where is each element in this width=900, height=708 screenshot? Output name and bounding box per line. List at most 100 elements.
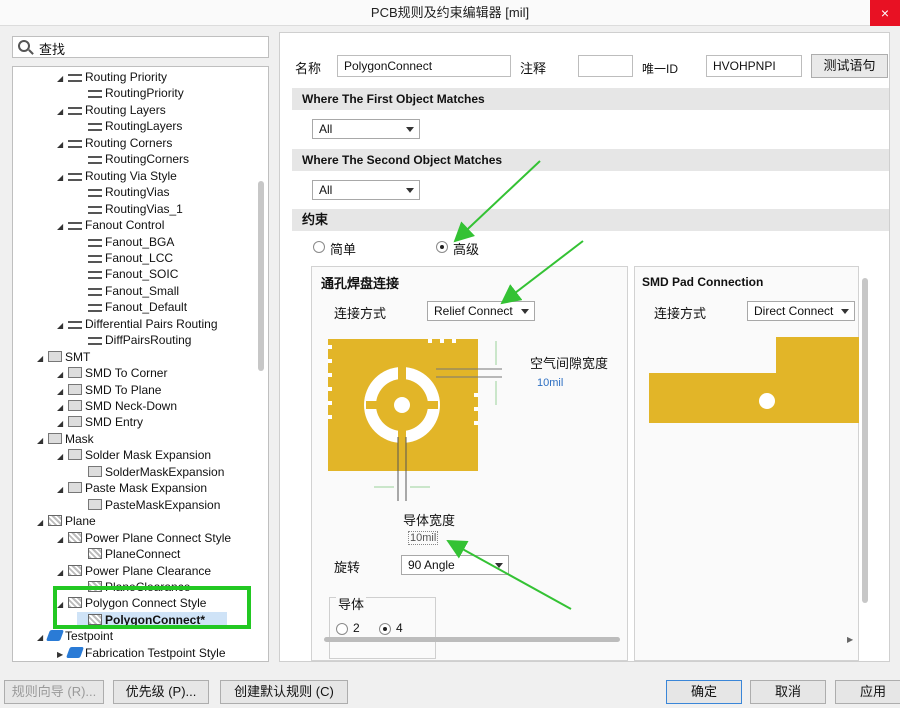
tree-item[interactable]: ◢ SMT <box>37 349 90 365</box>
tree-scrollbar[interactable] <box>256 73 266 657</box>
tree-item-label: RoutingVias <box>105 185 170 200</box>
tree-item[interactable]: ◢ Power Plane Connect Style <box>57 530 231 546</box>
tree-item[interactable]: ◢ Testpoint <box>37 628 113 644</box>
tree-item-label: PlaneConnect <box>105 547 181 562</box>
collapse-arrow-icon[interactable]: ◢ <box>57 565 65 581</box>
tree-item[interactable]: ◢ SMD Neck-Down <box>57 398 177 414</box>
tree-item[interactable]: ◢ Mask <box>37 431 94 447</box>
tree-item-label: Power Plane Clearance <box>85 563 212 578</box>
tree-item[interactable]: ◢ Paste Mask Expansion <box>57 480 207 496</box>
smt-rule-icon <box>68 416 82 428</box>
rule-tree[interactable]: ◢ Routing Priority RoutingPriority ◢ Routing… <box>12 66 269 662</box>
collapse-arrow-icon[interactable]: ◢ <box>57 71 65 87</box>
collapse-arrow-icon[interactable]: ◢ <box>37 351 45 367</box>
tree-item-label: SMT <box>65 349 91 364</box>
tree-item[interactable]: RoutingPriority <box>77 85 184 101</box>
apply-button[interactable]: 应用 <box>835 680 900 704</box>
route-rule-icon <box>88 90 102 99</box>
collapse-arrow-icon[interactable]: ◢ <box>57 449 65 465</box>
tree-item[interactable]: ◢ Routing Layers <box>57 102 166 118</box>
tree-item[interactable]: ◢ Routing Via Style <box>57 168 177 184</box>
create-default-rules-button[interactable]: 创建默认规则 (C) <box>220 680 348 704</box>
tree-item[interactable]: SolderMaskExpansion <box>77 464 224 480</box>
window-title: PCB规则及约束编辑器 [mil] <box>370 5 530 20</box>
tree-item[interactable]: ◢ Differential Pairs Routing <box>57 316 218 332</box>
tree-item[interactable]: RoutingLayers <box>77 118 182 134</box>
collapse-arrow-icon[interactable]: ◢ <box>57 482 65 498</box>
sq-rule-icon <box>88 548 102 560</box>
highlight-box <box>53 586 251 629</box>
tree-scroll-thumb[interactable] <box>258 181 264 371</box>
box-rule-icon <box>88 465 102 477</box>
tree-item[interactable]: ◢ SMD To Corner <box>57 365 167 381</box>
rule-editor-panel: 名称 PolygonConnect 注释 唯一ID HVOHPNPI 测试语句 … <box>279 32 890 662</box>
collapse-arrow-icon[interactable]: ◢ <box>37 515 45 531</box>
tree-item[interactable]: ◢ Solder Mask Expansion <box>57 447 211 463</box>
tree-item[interactable]: PasteMaskExpansion <box>77 497 220 513</box>
route-rule-icon <box>88 254 102 263</box>
tp-rule-icon <box>45 630 65 642</box>
rule-wizard-button[interactable]: 规则向导 (R)... <box>4 680 104 704</box>
smt-rule-icon <box>68 367 82 379</box>
box-rule-icon <box>68 482 82 494</box>
tree-item-label: Fanout Control <box>85 218 165 233</box>
tree-item[interactable]: ◢ Routing Priority <box>57 69 167 85</box>
tree-item-label: Routing Corners <box>85 135 173 150</box>
tree-item-label: Fanout_Small <box>105 283 180 298</box>
tree-item[interactable]: Fanout_Default <box>77 299 187 315</box>
tree-item-label: SMD Neck-Down <box>85 399 178 413</box>
tree-item[interactable]: Fanout_BGA <box>77 234 174 250</box>
route-rule-icon <box>88 205 102 214</box>
sq-rule-icon <box>48 515 62 527</box>
tree-item-label: Fanout_LCC <box>105 250 174 265</box>
tree-item[interactable]: PlaneConnect <box>77 546 180 562</box>
collapse-arrow-icon[interactable]: ◢ <box>57 137 65 153</box>
tree-item[interactable]: DiffPairsRouting <box>77 332 191 348</box>
route-rule-icon <box>88 238 102 247</box>
ok-button[interactable]: 确定 <box>666 680 742 704</box>
collapse-arrow-icon[interactable]: ◢ <box>57 219 65 235</box>
tree-item-label: RoutingLayers <box>105 119 183 134</box>
tree-item-label: Routing Layers <box>85 102 166 117</box>
search-input[interactable]: 查找 <box>12 36 269 58</box>
collapse-arrow-icon[interactable]: ◢ <box>57 318 65 334</box>
tree-item-label: Power Plane Connect Style <box>85 530 232 545</box>
search-label: 查找 <box>39 42 66 57</box>
close-button[interactable]: × <box>870 0 900 26</box>
tree-item[interactable]: ◢ SMD To Plane <box>57 382 161 398</box>
tree-item[interactable]: ◢ Plane <box>37 513 96 529</box>
route-rule-icon <box>88 287 102 296</box>
box-rule-icon <box>48 432 62 444</box>
box-rule-icon <box>68 449 82 461</box>
collapse-arrow-icon[interactable]: ◢ <box>57 104 65 120</box>
tree-item-label: SolderMaskExpansion <box>105 464 225 479</box>
tree-item-label: Plane <box>65 514 96 529</box>
collapse-arrow-icon[interactable]: ◢ <box>57 170 65 186</box>
cancel-button[interactable]: 取消 <box>750 680 826 704</box>
tree-item[interactable]: ◢ Power Plane Clearance <box>57 563 211 579</box>
tree-item-label: SMD To Plane <box>85 382 162 397</box>
tree-item[interactable]: Fanout_Small <box>77 283 179 299</box>
tree-item[interactable]: RoutingVias <box>77 184 170 200</box>
route-rule-icon <box>68 74 82 82</box>
tree-item[interactable]: RoutingCorners <box>77 151 189 167</box>
route-rule-icon <box>68 222 82 231</box>
collapse-arrow-icon[interactable]: ◢ <box>57 532 65 548</box>
collapse-arrow-icon[interactable]: ◢ <box>37 433 45 449</box>
tree-item[interactable]: RoutingVias_1 <box>77 201 183 217</box>
tree-item-label: PasteMaskExpansion <box>105 497 221 512</box>
tree-item[interactable]: ◢ Routing Corners <box>57 135 172 151</box>
route-rule-icon <box>68 320 82 329</box>
tree-item[interactable]: ◢ SMD Entry <box>57 414 143 430</box>
close-icon[interactable]: × <box>870 0 900 26</box>
tree-item[interactable]: ▶ Fabrication Testpoint Style <box>57 645 226 661</box>
tree-item[interactable]: ◢ Fanout Control <box>57 217 164 233</box>
expand-arrow-icon[interactable]: ▶ <box>57 647 65 661</box>
box-rule-icon <box>88 498 102 510</box>
smt-rule-icon <box>68 383 82 395</box>
collapse-arrow-icon[interactable]: ◢ <box>37 630 45 646</box>
tree-item-label: Routing Priority <box>85 70 168 84</box>
tree-item[interactable]: Fanout_SOIC <box>77 266 178 282</box>
tree-item[interactable]: Fanout_LCC <box>77 250 173 266</box>
priority-button[interactable]: 优先级 (P)... <box>113 680 209 704</box>
